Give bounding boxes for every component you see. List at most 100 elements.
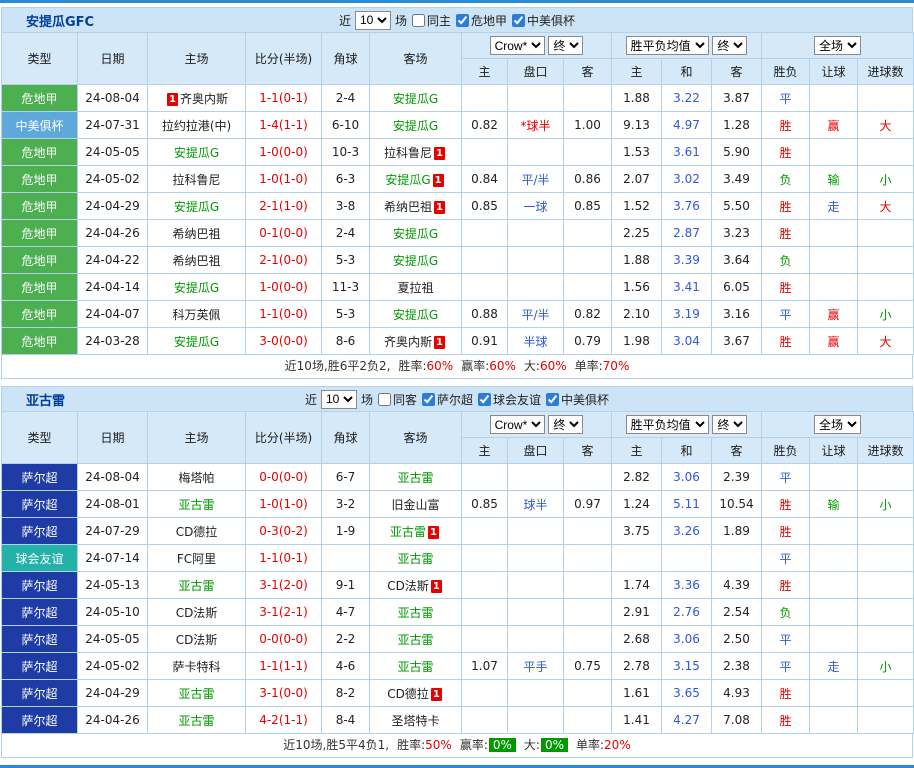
away-team: 齐奥内斯1 xyxy=(370,328,462,355)
home-team: 科万英佩 xyxy=(148,301,246,328)
team-name[interactable]: 亚古雷 xyxy=(178,714,214,728)
avg-draw: 3.06 xyxy=(662,626,712,653)
team-name[interactable]: 齐奥内斯 xyxy=(384,335,432,349)
team-name[interactable]: 安提瓜G xyxy=(385,173,430,187)
team-name[interactable]: 安提瓜G xyxy=(174,146,219,160)
team-name[interactable]: 亚古雷 xyxy=(397,471,433,485)
team-name[interactable]: 亚古雷 xyxy=(178,579,214,593)
team-name[interactable]: 亚古雷 xyxy=(390,525,426,539)
match-row: 危地甲24-04-26希纳巴祖0-1(0-0)2-4安提瓜G2.252.873.… xyxy=(2,220,914,247)
team-name[interactable]: 萨卡特科 xyxy=(172,660,220,674)
team-name[interactable]: 希纳巴祖 xyxy=(384,200,432,214)
team-name[interactable]: CD德拉 xyxy=(176,525,218,539)
team-name[interactable]: 旧金山富 xyxy=(391,498,439,512)
team-name[interactable]: 亚古雷 xyxy=(397,660,433,674)
page: 安提瓜GFC 近 10 场 同主 危地甲 中美俱杯 xyxy=(0,0,914,768)
home-team: 希纳巴祖 xyxy=(148,247,246,274)
odds-away xyxy=(564,680,612,707)
league-filter[interactable]: 萨尔超 xyxy=(421,391,473,408)
odds-stage-select[interactable]: 终 xyxy=(548,415,583,434)
league-checkbox[interactable] xyxy=(478,393,491,406)
team-name[interactable]: FC阿里 xyxy=(177,552,216,566)
team-name[interactable]: 科万英佩 xyxy=(172,308,220,322)
handicap-result xyxy=(810,572,858,599)
same-away-filter[interactable]: 同客 xyxy=(377,391,417,408)
summary-text: 近10场,胜5平4负1, xyxy=(283,738,389,752)
team-name[interactable]: 齐奥内斯 xyxy=(180,92,228,106)
col-header-avg-home: 主 xyxy=(612,59,662,85)
corners: 8-6 xyxy=(322,328,370,355)
col-header-handicap-result: 让球 xyxy=(810,59,858,85)
avg-away: 5.90 xyxy=(712,139,762,166)
team-name[interactable]: 亚古雷 xyxy=(397,633,433,647)
league-badge: 危地甲 xyxy=(2,85,78,112)
col-header-corners: 角球 xyxy=(322,33,370,85)
league-checkbox[interactable] xyxy=(422,393,435,406)
team-name[interactable]: 安提瓜G xyxy=(174,281,219,295)
team-name[interactable]: 安提瓜G xyxy=(393,119,438,133)
odds-home xyxy=(462,274,508,301)
col-header-type: 类型 xyxy=(2,412,78,464)
team-name[interactable]: 夏拉祖 xyxy=(397,281,433,295)
team-name[interactable]: CD法斯 xyxy=(387,579,429,593)
league-filter[interactable]: 危地甲 xyxy=(455,12,507,29)
handicap-result xyxy=(810,680,858,707)
team-name[interactable]: CD德拉 xyxy=(387,687,429,701)
odds-stage-select[interactable]: 终 xyxy=(548,36,583,55)
corners: 5-3 xyxy=(322,247,370,274)
team-name[interactable]: CD法斯 xyxy=(176,633,218,647)
team-name[interactable]: 安提瓜G xyxy=(393,227,438,241)
same-home-filter[interactable]: 同主 xyxy=(411,12,451,29)
team-name[interactable]: 亚古雷 xyxy=(397,552,433,566)
filter-controls: 近 10 场 同主 危地甲 中美俱杯 xyxy=(339,11,575,30)
team-name[interactable]: 拉科鲁尼 xyxy=(172,173,220,187)
odds-handicap: 球半 xyxy=(508,491,564,518)
team-name[interactable]: 拉约拉港(中) xyxy=(162,119,231,133)
handicap-result xyxy=(810,247,858,274)
league-checkbox[interactable] xyxy=(456,14,469,27)
match-count-select[interactable]: 10 xyxy=(355,11,391,30)
league-filter[interactable]: 中美俱杯 xyxy=(545,391,609,408)
team-name[interactable]: 安提瓜G xyxy=(174,200,219,214)
score: 3-1(2-0) xyxy=(246,572,322,599)
league-checkbox[interactable] xyxy=(512,14,525,27)
away-team: 拉科鲁尼1 xyxy=(370,139,462,166)
scope-select[interactable]: 全场 xyxy=(814,36,861,55)
scope-select[interactable]: 全场 xyxy=(814,415,861,434)
summary-stat-value: 0% xyxy=(489,738,516,752)
match-count-select[interactable]: 10 xyxy=(321,390,357,409)
team-name[interactable]: 安提瓜G xyxy=(174,335,219,349)
odds-handicap xyxy=(508,545,564,572)
avg-type-select[interactable]: 胜平负均值 xyxy=(626,415,709,434)
odds-handicap xyxy=(508,274,564,301)
same-away-checkbox[interactable] xyxy=(378,393,391,406)
team-name[interactable]: CD法斯 xyxy=(176,606,218,620)
league-checkbox[interactable] xyxy=(546,393,559,406)
league-filter[interactable]: 球会友谊 xyxy=(477,391,541,408)
team-name[interactable]: 安提瓜G xyxy=(393,254,438,268)
team-name[interactable]: 亚古雷 xyxy=(178,687,214,701)
checkbox-label: 中美俱杯 xyxy=(561,391,609,408)
team-name[interactable]: 梅塔帕 xyxy=(178,471,214,485)
away-team: 亚古雷 xyxy=(370,653,462,680)
matches-table: 类型 日期 主场 比分(半场) 角球 客场 Crow* 终 胜平负均值 终 xyxy=(1,411,914,734)
match-row: 危地甲24-05-05安提瓜G1-0(0-0)10-3拉科鲁尼11.533.61… xyxy=(2,139,914,166)
team-name[interactable]: 亚古雷 xyxy=(397,606,433,620)
team-name[interactable]: 亚古雷 xyxy=(178,498,214,512)
avg-type-select[interactable]: 胜平负均值 xyxy=(626,36,709,55)
team-name[interactable]: 拉科鲁尼 xyxy=(384,146,432,160)
goals-result: 小 xyxy=(858,491,914,518)
handicap-result xyxy=(810,518,858,545)
odds-home: 0.91 xyxy=(462,328,508,355)
team-name[interactable]: 安提瓜G xyxy=(393,92,438,106)
same-home-checkbox[interactable] xyxy=(412,14,425,27)
team-name[interactable]: 安提瓜G xyxy=(393,308,438,322)
avg-stage-select[interactable]: 终 xyxy=(712,36,747,55)
odds-company-select[interactable]: Crow* xyxy=(490,36,545,55)
league-filter[interactable]: 中美俱杯 xyxy=(511,12,575,29)
avg-stage-select[interactable]: 终 xyxy=(712,415,747,434)
odds-company-select[interactable]: Crow* xyxy=(490,415,545,434)
team-name[interactable]: 希纳巴祖 xyxy=(172,227,220,241)
team-name[interactable]: 圣塔特卡 xyxy=(391,714,439,728)
team-name[interactable]: 希纳巴祖 xyxy=(172,254,220,268)
